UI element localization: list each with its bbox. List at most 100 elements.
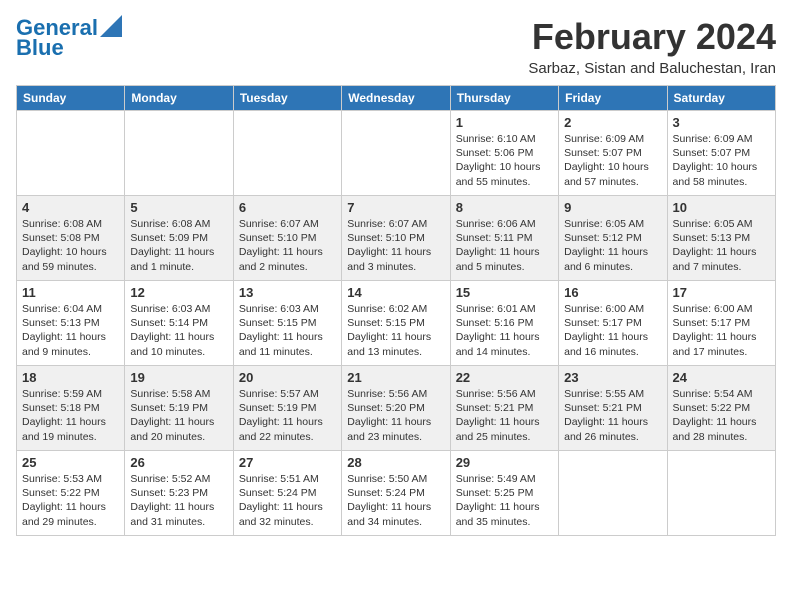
month-title: February 2024	[528, 16, 776, 58]
weekday-saturday: Saturday	[667, 86, 775, 111]
day-info: Sunrise: 5:59 AMSunset: 5:18 PMDaylight:…	[22, 387, 119, 444]
header: General Blue February 2024 Sarbaz, Sista…	[16, 16, 776, 77]
week-row-1: 1 Sunrise: 6:10 AMSunset: 5:06 PMDaylight…	[17, 111, 776, 196]
calendar-cell: 16 Sunrise: 6:00 AMSunset: 5:17 PMDayligh…	[559, 281, 667, 366]
day-info: Sunrise: 6:03 AMSunset: 5:15 PMDaylight:…	[239, 302, 336, 359]
day-number: 1	[456, 115, 553, 130]
day-info: Sunrise: 6:09 AMSunset: 5:07 PMDaylight:…	[564, 132, 661, 189]
day-number: 22	[456, 370, 553, 385]
day-info: Sunrise: 6:10 AMSunset: 5:06 PMDaylight:…	[456, 132, 553, 189]
week-row-4: 18 Sunrise: 5:59 AMSunset: 5:18 PMDayligh…	[17, 366, 776, 451]
calendar-cell: 23 Sunrise: 5:55 AMSunset: 5:21 PMDayligh…	[559, 366, 667, 451]
calendar-cell: 14Sunrise: 6:02 AMSunset: 5:15 PMDayligh…	[342, 281, 450, 366]
day-number: 18	[22, 370, 119, 385]
week-row-5: 25Sunrise: 5:53 AMSunset: 5:22 PMDayligh…	[17, 451, 776, 536]
calendar-cell: 27 Sunrise: 5:51 AMSunset: 5:24 PMDayligh…	[233, 451, 341, 536]
day-info: Sunrise: 6:00 AMSunset: 5:17 PMDaylight:…	[564, 302, 661, 359]
day-number: 23	[564, 370, 661, 385]
day-number: 4	[22, 200, 119, 215]
calendar-cell: 8 Sunrise: 6:06 AMSunset: 5:11 PMDaylight…	[450, 196, 558, 281]
day-info: Sunrise: 6:06 AMSunset: 5:11 PMDaylight:…	[456, 217, 553, 274]
day-info: Sunrise: 6:08 AMSunset: 5:08 PMDaylight:…	[22, 217, 119, 274]
logo-icon	[100, 15, 122, 37]
calendar-cell: 24 Sunrise: 5:54 AMSunset: 5:22 PMDayligh…	[667, 366, 775, 451]
calendar-cell: 12 Sunrise: 6:03 AMSunset: 5:14 PMDayligh…	[125, 281, 233, 366]
calendar-cell	[125, 111, 233, 196]
day-info: Sunrise: 6:07 AMSunset: 5:10 PMDaylight:…	[347, 217, 444, 274]
day-info: Sunrise: 6:04 AMSunset: 5:13 PMDaylight:…	[22, 302, 119, 359]
day-info: Sunrise: 6:05 AMSunset: 5:12 PMDaylight:…	[564, 217, 661, 274]
day-info: Sunrise: 6:00 AMSunset: 5:17 PMDaylight:…	[673, 302, 770, 359]
day-number: 27	[239, 455, 336, 470]
calendar-cell	[667, 451, 775, 536]
day-info: Sunrise: 5:55 AMSunset: 5:21 PMDaylight:…	[564, 387, 661, 444]
day-number: 28	[347, 455, 444, 470]
calendar-cell: 25Sunrise: 5:53 AMSunset: 5:22 PMDayligh…	[17, 451, 125, 536]
day-info: Sunrise: 5:58 AMSunset: 5:19 PMDaylight:…	[130, 387, 227, 444]
calendar-cell: 17Sunrise: 6:00 AMSunset: 5:17 PMDayligh…	[667, 281, 775, 366]
calendar-cell: 11 Sunrise: 6:04 AMSunset: 5:13 PMDayligh…	[17, 281, 125, 366]
calendar-table: SundayMondayTuesdayWednesdayThursdayFrid…	[16, 85, 776, 536]
day-number: 24	[673, 370, 770, 385]
day-info: Sunrise: 6:08 AMSunset: 5:09 PMDaylight:…	[130, 217, 227, 274]
day-number: 29	[456, 455, 553, 470]
day-number: 2	[564, 115, 661, 130]
day-number: 14	[347, 285, 444, 300]
day-number: 15	[456, 285, 553, 300]
day-info: Sunrise: 6:09 AMSunset: 5:07 PMDaylight:…	[673, 132, 770, 189]
calendar-cell: 26 Sunrise: 5:52 AMSunset: 5:23 PMDayligh…	[125, 451, 233, 536]
calendar-cell: 1 Sunrise: 6:10 AMSunset: 5:06 PMDaylight…	[450, 111, 558, 196]
calendar-cell	[559, 451, 667, 536]
day-number: 5	[130, 200, 227, 215]
weekday-header-row: SundayMondayTuesdayWednesdayThursdayFrid…	[17, 86, 776, 111]
calendar-cell: 19 Sunrise: 5:58 AMSunset: 5:19 PMDayligh…	[125, 366, 233, 451]
calendar-cell: 18 Sunrise: 5:59 AMSunset: 5:18 PMDayligh…	[17, 366, 125, 451]
calendar-cell: 13 Sunrise: 6:03 AMSunset: 5:15 PMDayligh…	[233, 281, 341, 366]
calendar-cell: 5 Sunrise: 6:08 AMSunset: 5:09 PMDaylight…	[125, 196, 233, 281]
day-info: Sunrise: 6:07 AMSunset: 5:10 PMDaylight:…	[239, 217, 336, 274]
day-info: Sunrise: 5:49 AMSunset: 5:25 PMDaylight:…	[456, 472, 553, 529]
calendar-cell: 21Sunrise: 5:56 AMSunset: 5:20 PMDayligh…	[342, 366, 450, 451]
weekday-tuesday: Tuesday	[233, 86, 341, 111]
logo-blue: Blue	[16, 35, 64, 60]
day-number: 6	[239, 200, 336, 215]
day-number: 21	[347, 370, 444, 385]
day-number: 19	[130, 370, 227, 385]
calendar-cell	[342, 111, 450, 196]
calendar-cell: 2 Sunrise: 6:09 AMSunset: 5:07 PMDaylight…	[559, 111, 667, 196]
calendar-cell: 29 Sunrise: 5:49 AMSunset: 5:25 PMDayligh…	[450, 451, 558, 536]
day-number: 16	[564, 285, 661, 300]
day-info: Sunrise: 5:56 AMSunset: 5:21 PMDaylight:…	[456, 387, 553, 444]
calendar-cell	[233, 111, 341, 196]
day-info: Sunrise: 6:01 AMSunset: 5:16 PMDaylight:…	[456, 302, 553, 359]
logo: General Blue	[16, 16, 122, 60]
weekday-monday: Monday	[125, 86, 233, 111]
calendar-cell	[17, 111, 125, 196]
weekday-friday: Friday	[559, 86, 667, 111]
day-number: 13	[239, 285, 336, 300]
day-number: 26	[130, 455, 227, 470]
day-info: Sunrise: 5:52 AMSunset: 5:23 PMDaylight:…	[130, 472, 227, 529]
day-info: Sunrise: 5:51 AMSunset: 5:24 PMDaylight:…	[239, 472, 336, 529]
title-area: February 2024 Sarbaz, Sistan and Baluche…	[528, 16, 776, 77]
logo-blue-text: Blue	[16, 35, 64, 60]
day-number: 12	[130, 285, 227, 300]
calendar-cell: 9Sunrise: 6:05 AMSunset: 5:12 PMDaylight…	[559, 196, 667, 281]
calendar-cell: 4 Sunrise: 6:08 AMSunset: 5:08 PMDaylight…	[17, 196, 125, 281]
calendar-cell: 3 Sunrise: 6:09 AMSunset: 5:07 PMDaylight…	[667, 111, 775, 196]
day-number: 10	[673, 200, 770, 215]
day-info: Sunrise: 6:03 AMSunset: 5:14 PMDaylight:…	[130, 302, 227, 359]
calendar-cell: 20Sunrise: 5:57 AMSunset: 5:19 PMDayligh…	[233, 366, 341, 451]
day-info: Sunrise: 5:54 AMSunset: 5:22 PMDaylight:…	[673, 387, 770, 444]
calendar-cell: 10 Sunrise: 6:05 AMSunset: 5:13 PMDayligh…	[667, 196, 775, 281]
day-number: 11	[22, 285, 119, 300]
day-info: Sunrise: 5:53 AMSunset: 5:22 PMDaylight:…	[22, 472, 119, 529]
day-info: Sunrise: 6:05 AMSunset: 5:13 PMDaylight:…	[673, 217, 770, 274]
day-number: 20	[239, 370, 336, 385]
calendar-cell: 28Sunrise: 5:50 AMSunset: 5:24 PMDayligh…	[342, 451, 450, 536]
location-title: Sarbaz, Sistan and Baluchestan, Iran	[528, 60, 776, 77]
day-number: 8	[456, 200, 553, 215]
day-number: 3	[673, 115, 770, 130]
weekday-wednesday: Wednesday	[342, 86, 450, 111]
day-number: 7	[347, 200, 444, 215]
